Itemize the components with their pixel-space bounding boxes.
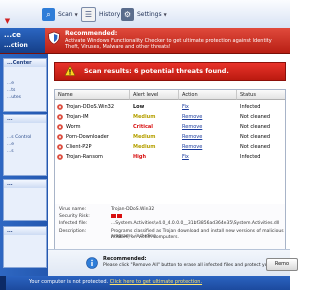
status-edge — [0, 276, 6, 290]
threat-icon — [57, 104, 63, 110]
banner-text[interactable]: Activate Windows Functionality Checker t… — [65, 38, 287, 50]
sidebar-panel-title: ... — [4, 227, 46, 235]
sidebar-item[interactable]: ...e — [4, 140, 46, 147]
threat-details-panel: Virus name: Trojan-DDoS.Win32 Security R… — [54, 204, 286, 250]
sidebar-panel-protection: ... ...s Control ...e ...s — [3, 114, 47, 176]
action-link[interactable]: Remove — [182, 112, 202, 122]
history-button[interactable]: ☰ History — [81, 7, 120, 22]
action-link[interactable]: Remove — [182, 142, 202, 152]
sidebar-panel: ... — [3, 226, 47, 268]
table-row[interactable]: Trojan-IM Medium Remove Not cleaned — [55, 112, 285, 122]
table-row[interactable]: Porn-Downloader Medium Remove Not cleane… — [55, 132, 285, 142]
settings-button[interactable]: ⚙ Settings ▼ — [121, 7, 167, 22]
table-row[interactable]: Trojan-Ransom High Fix Infected — [55, 152, 285, 162]
threat-status: Not cleaned — [240, 114, 271, 120]
bottom-text: Please click "Remove All" button to eras… — [103, 263, 281, 268]
shield-icon — [48, 31, 60, 45]
bottom-title: Recommended: — [103, 256, 147, 262]
table-row[interactable]: Worm Critical Remove Not cleaned — [55, 122, 285, 132]
threat-name: Trojan-Ransom — [66, 154, 103, 160]
sidebar-item[interactable]: ...ts — [4, 86, 46, 93]
chevron-down-icon: ▼ — [163, 12, 167, 17]
sidebar-panel-title: ... — [4, 115, 46, 123]
alert-level: Critical — [133, 124, 154, 130]
description-label: Description: — [59, 229, 87, 234]
sidebar-item[interactable]: ...e — [4, 67, 46, 86]
sidebar-panel-center: ...Center ...e ...ts ...utes — [3, 58, 47, 112]
threat-icon — [57, 114, 63, 120]
alert-level: Medium — [133, 134, 156, 140]
sidebar-item[interactable]: ...s — [4, 147, 46, 154]
sidebar-panel-title: ...Center — [4, 59, 46, 67]
threat-status: Not cleaned — [240, 134, 271, 140]
virus-name-value: Trojan-DDoS.Win32 — [111, 207, 155, 212]
info-icon — [86, 257, 98, 269]
infected-file-value: ...System.Activities\v4.0_4.0.0.0__31bf3… — [111, 221, 280, 226]
threat-icon — [57, 154, 63, 160]
threat-name: Trojan-DDoS.Win32 — [66, 104, 115, 110]
column-header-action[interactable]: Action — [179, 90, 237, 100]
settings-label: Settings — [137, 11, 162, 18]
threat-name: Porn-Downloader — [66, 134, 109, 140]
history-label: History — [99, 11, 121, 18]
description-line: AdWare, on victim computers. — [111, 235, 179, 240]
warning-icon — [64, 65, 76, 76]
recommendation-banner: ...ce ...ction Recommended: Activate Win… — [0, 28, 290, 54]
app-title: ...ce — [4, 31, 21, 39]
alert-level: Medium — [133, 114, 156, 120]
sidebar-panel-title: ... — [4, 180, 46, 188]
security-risk-label: Security Risk: — [59, 214, 90, 219]
sidebar-panel: ... — [3, 179, 47, 221]
status-text: Your computer is not protected. Click he… — [29, 279, 202, 285]
status-bar: Your computer is not protected. Click he… — [0, 276, 290, 290]
threat-icon — [57, 144, 63, 150]
status-prefix: Your computer is not protected. — [29, 279, 109, 285]
sidebar: ...Center ...e ...ts ...utes ... ...s Co… — [0, 54, 48, 276]
main-content: Scan results: 6 potential threats found.… — [48, 54, 298, 277]
scan-button[interactable]: ⌕ Scan ▼ — [42, 7, 78, 22]
threat-name: Client-P2P — [66, 144, 92, 150]
history-icon: ☰ — [81, 7, 96, 22]
threat-status: Not cleaned — [240, 144, 271, 150]
threat-icon — [57, 124, 63, 130]
action-link[interactable]: Remove — [182, 122, 202, 132]
threat-name: Worm — [66, 124, 81, 130]
action-link[interactable]: Remove — [182, 132, 202, 142]
alert-level: Low — [133, 104, 145, 110]
bottom-recommendation: Recommended: Please click "Remove All" b… — [48, 249, 298, 277]
chevron-down-icon[interactable]: ▼ — [0, 0, 15, 28]
remove-all-button[interactable]: Remo — [266, 258, 298, 271]
sidebar-item[interactable]: ...s Control — [4, 123, 46, 140]
threats-table: Name Alert level Action Status Trojan-DD… — [54, 89, 286, 206]
action-link[interactable]: Fix — [182, 102, 189, 112]
threat-status: Infected — [240, 104, 261, 110]
alert-level: High — [133, 154, 147, 160]
scan-results-bar: Scan results: 6 potential threats found. — [54, 62, 286, 81]
app-title-block: ...ce ...ction — [0, 28, 45, 53]
threat-icon — [57, 134, 63, 140]
column-header-alert[interactable]: Alert level — [130, 90, 179, 100]
table-row[interactable]: Trojan-DDoS.Win32 Low Fix Infected — [55, 102, 285, 112]
chevron-down-icon: ▼ — [74, 12, 78, 17]
security-risk-meter — [111, 214, 122, 220]
scan-results-text: Scan results: 6 potential threats found. — [84, 67, 229, 75]
column-header-name[interactable]: Name — [55, 90, 130, 100]
virus-name-label: Virus name: — [59, 207, 86, 212]
column-header-status[interactable]: Status — [237, 90, 285, 100]
sidebar-item[interactable]: ...utes — [4, 93, 46, 100]
table-row[interactable]: Client-P2P Medium Remove Not cleaned — [55, 142, 285, 152]
infected-file-label: Infected file: — [59, 221, 88, 226]
protection-link[interactable]: Click here to get ultimate protection. — [110, 279, 202, 285]
scan-label: Scan — [58, 11, 73, 18]
top-toolbar: ▼ ⌕ Scan ▼ ☰ History ⚙ Settings ▼ — [0, 0, 290, 29]
alert-level: Medium — [133, 144, 156, 150]
threat-name: Trojan-IM — [66, 114, 89, 120]
threat-status: Not cleaned — [240, 124, 271, 130]
action-link[interactable]: Fix — [182, 152, 189, 162]
banner-title: Recommended: — [65, 30, 118, 37]
app-subtitle: ...ction — [4, 42, 28, 49]
threat-status: Infected — [240, 154, 261, 160]
settings-icon: ⚙ — [121, 8, 134, 21]
scan-icon: ⌕ — [42, 8, 55, 21]
